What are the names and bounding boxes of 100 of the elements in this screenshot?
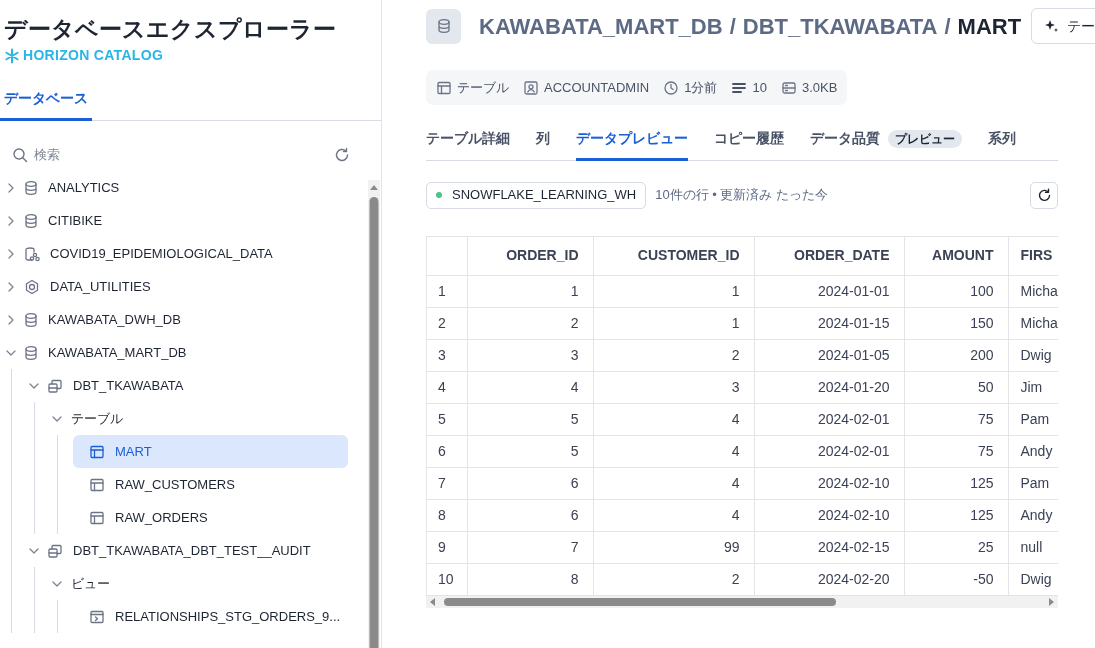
tree-item[interactable]: ビュー	[50, 567, 348, 600]
shared-database-icon	[24, 245, 40, 262]
table-cell: 2	[570, 314, 579, 331]
tree-item[interactable]: DATA_UTILITIES	[4, 270, 348, 303]
table-cell: 2024-02-01	[817, 442, 890, 459]
table-cell: 4	[731, 506, 740, 523]
row-number: 3	[438, 346, 446, 363]
table-cell: Micha	[1020, 314, 1058, 331]
tab[interactable]: コピー履歴	[714, 128, 784, 161]
row-number: 1	[438, 282, 446, 299]
database-icon	[24, 311, 38, 328]
hexagon-icon	[24, 278, 40, 295]
table-cell: 25	[977, 538, 994, 555]
table-cell: Micha	[1020, 282, 1058, 299]
table-cell: 5	[570, 410, 579, 427]
database-icon	[24, 344, 38, 361]
column-header[interactable]: AMOUNT	[932, 247, 994, 264]
table-cell: 2024-02-01	[817, 410, 890, 427]
table-cell: -50	[973, 570, 994, 587]
storage-icon	[780, 79, 797, 96]
schema-icon	[47, 377, 63, 394]
tree-item[interactable]: RAW_CUSTOMERS	[73, 468, 348, 501]
breadcrumb-link[interactable]: KAWABATA_MART_DB	[479, 9, 723, 43]
scrollbar[interactable]	[368, 180, 380, 648]
ai-action-button[interactable]: テー	[1031, 8, 1095, 44]
table-cell: 99	[723, 538, 740, 555]
tree-item[interactable]: DBT_TKAWABATA_DBT_TEST__AUDIT	[27, 534, 348, 567]
table-cell: 2024-01-15	[817, 314, 890, 331]
table-cell: 3	[731, 378, 740, 395]
sparkle-icon	[1044, 19, 1060, 33]
breadcrumb-link[interactable]: DBT_TKAWABATA	[742, 9, 938, 43]
tree-item[interactable]: COVID19_EPIDEMIOLOGICAL_DATA	[4, 237, 348, 270]
tab[interactable]: 系列	[988, 128, 1016, 161]
column-header[interactable]: ORDER_ID	[506, 247, 579, 264]
table-cell: 150	[970, 314, 994, 331]
table-icon	[89, 443, 105, 460]
search-field[interactable]: 検索	[34, 145, 334, 165]
table-cell: Andy	[1020, 442, 1053, 459]
preview-badge: プレビュー	[888, 129, 962, 148]
user-icon	[523, 79, 539, 96]
sidebar-tab[interactable]: データベース	[0, 86, 92, 121]
tab[interactable]: データ品質 プレビュー	[810, 128, 962, 161]
table-cell: 8	[570, 570, 579, 587]
table-cell: 5	[570, 442, 579, 459]
table-cell: 1	[731, 314, 740, 331]
table-cell: 2024-01-20	[817, 378, 890, 395]
table-cell: Dwig	[1020, 570, 1052, 587]
database-icon	[436, 18, 451, 34]
table-icon	[89, 476, 105, 493]
refresh-icon[interactable]	[334, 147, 350, 163]
table-cell: 125	[970, 474, 994, 491]
row-number: 8	[438, 506, 446, 523]
table-cell: Jim	[1020, 378, 1043, 395]
tree-item[interactable]: ANALYTICS	[4, 171, 348, 204]
metadata-value: 10	[752, 78, 767, 97]
table-cell: Andy	[1020, 506, 1053, 523]
tree-item[interactable]: RELATIONSHIPS_STG_ORDERS_9...	[73, 600, 348, 633]
table-cell: 50	[977, 378, 994, 395]
tree-item[interactable]: KAWABATA_MART_DB	[4, 336, 348, 369]
table-cell: 6	[570, 506, 579, 523]
brand-name: HORIZON CATALOG	[23, 46, 164, 65]
row-count-status: 10件の行 • 更新済み たった今	[655, 186, 829, 205]
metadata-value: 3.0KB	[801, 78, 838, 97]
tab[interactable]: テーブル詳細	[426, 128, 510, 161]
row-number: 9	[438, 538, 446, 555]
tree-item[interactable]: CITIBIKE	[4, 204, 348, 237]
warehouse-selector[interactable]: SNOWFLAKE_LEARNING_WH	[426, 181, 647, 209]
column-header[interactable]: CUSTOMER_ID	[637, 247, 740, 264]
table-cell: 4	[731, 442, 740, 459]
breadcrumb-link[interactable]: MART	[957, 9, 1022, 43]
metadata-value: ACCOUNTADMIN	[544, 78, 650, 97]
table-cell: 4	[570, 378, 579, 395]
search-icon	[12, 147, 28, 163]
sidebar-title: データベースエクスプローラー	[4, 15, 337, 44]
database-icon	[24, 212, 38, 229]
clock-icon	[663, 79, 680, 96]
table-cell: 2024-01-01	[817, 282, 890, 299]
tree-item[interactable]: RAW_ORDERS	[73, 501, 348, 534]
tree-item[interactable]: MART	[73, 435, 348, 468]
tab[interactable]: データプレビュー	[576, 128, 688, 161]
breadcrumb-separator: /	[944, 12, 951, 41]
tree-item[interactable]: テーブル	[50, 402, 348, 435]
table-cell: 4	[731, 410, 740, 427]
tab[interactable]: 列	[536, 128, 550, 161]
snowflake-icon	[4, 47, 20, 64]
table-cell: 3	[570, 346, 579, 363]
table-cell: 1	[570, 282, 579, 299]
row-number: 2	[438, 314, 446, 331]
table-cell: Pam	[1020, 474, 1050, 491]
table-cell: Dwig	[1020, 346, 1052, 363]
column-header[interactable]: FIRS	[1020, 247, 1053, 264]
tree-item[interactable]: KAWABATA_DWH_DB	[4, 303, 348, 336]
table-cell: 2	[731, 346, 740, 363]
tree-item[interactable]: DBT_TKAWABATA	[27, 369, 348, 402]
table-cell: 75	[977, 410, 994, 427]
refresh-button[interactable]	[1030, 181, 1058, 209]
schema-icon	[47, 542, 63, 559]
table-cell: 2024-02-10	[817, 474, 890, 491]
column-header[interactable]: ORDER_DATE	[794, 247, 890, 264]
table-cell: 2024-02-15	[817, 538, 890, 555]
